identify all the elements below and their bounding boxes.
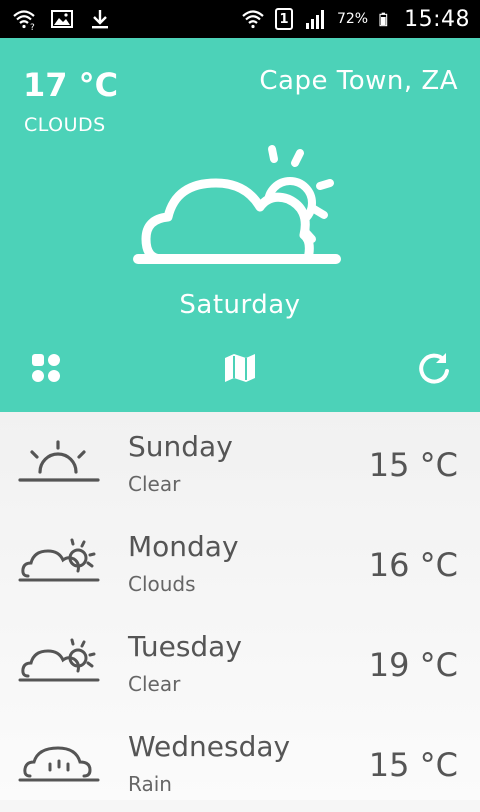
- wifi-question-icon: ?: [13, 10, 35, 31]
- sunset-icon: [18, 440, 100, 482]
- current-day: Saturday: [179, 290, 301, 320]
- current-temperature: 17 °C: [23, 66, 119, 104]
- location-label: Cape Town, ZA: [259, 66, 458, 96]
- download-icon: [92, 10, 108, 29]
- forecast-temperature: 15 °C: [368, 746, 458, 784]
- status-bar-left: ?: [12, 0, 112, 38]
- forecast-condition: Clouds: [128, 572, 196, 596]
- battery-percent: 72%: [336, 11, 369, 27]
- signal-icon: [305, 10, 324, 29]
- map-icon: [225, 354, 255, 382]
- wifi-icon: [242, 10, 264, 29]
- forecast-row[interactable]: Monday Clouds 16 °C: [0, 512, 480, 612]
- forecast-row[interactable]: Sunday Clear 15 °C: [0, 412, 480, 512]
- map-button[interactable]: [222, 350, 258, 386]
- forecast-condition: Rain: [128, 772, 172, 796]
- cloud-sun-icon: [18, 538, 100, 582]
- forecast-day: Tuesday: [128, 630, 242, 663]
- cloud-sun-icon: [18, 638, 100, 682]
- clock: 15:48: [404, 6, 470, 32]
- sim-icon: 1: [274, 8, 293, 30]
- cloud-sun-icon: [133, 145, 341, 264]
- forecast-condition: Clear: [128, 672, 181, 696]
- current-weather-panel: 17 °C CLOUDS Cape Town, ZA Saturday: [0, 38, 480, 412]
- status-bar: ? 1 72% 15:48: [0, 0, 480, 38]
- status-bar-right: 1 72% 15:48: [241, 0, 470, 38]
- grid-button[interactable]: [28, 350, 64, 386]
- forecast-day: Wednesday: [128, 730, 291, 763]
- forecast-condition: Clear: [128, 472, 181, 496]
- refresh-icon: [419, 353, 449, 384]
- forecast-day: Sunday: [128, 430, 233, 463]
- cloud-rain-icon: [18, 746, 100, 782]
- forecast-row[interactable]: Wednesday Rain 15 °C: [0, 712, 480, 812]
- image-icon: [51, 10, 73, 28]
- battery-icon: [379, 12, 388, 27]
- forecast-temperature: 15 °C: [368, 446, 458, 484]
- refresh-button[interactable]: [416, 350, 452, 386]
- forecast-day: Monday: [128, 530, 239, 563]
- forecast-temperature: 16 °C: [368, 546, 458, 584]
- forecast-temperature: 19 °C: [368, 646, 458, 684]
- forecast-list: Sunday Clear 15 °C Monday Clouds 16 °C T…: [0, 412, 480, 800]
- svg-text:?: ?: [30, 23, 35, 31]
- sim-slot-label: 1: [279, 11, 289, 27]
- grid-icon: [32, 354, 60, 382]
- current-condition: CLOUDS: [24, 114, 106, 136]
- forecast-row[interactable]: Tuesday Clear 19 °C: [0, 612, 480, 712]
